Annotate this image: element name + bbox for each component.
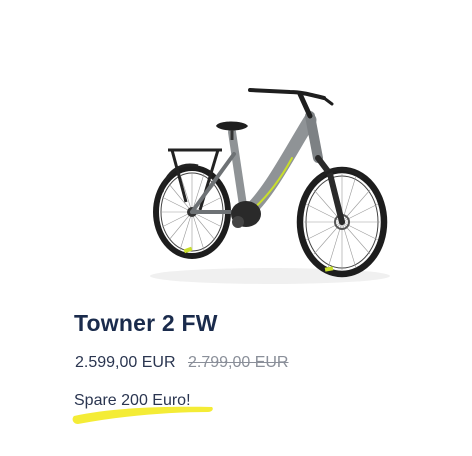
motor [231,201,261,228]
handlebar [248,88,334,119]
e-bike-image[interactable] [140,62,400,292]
savings-text: Spare 200 Euro! [74,392,191,409]
current-price: 2.599,00 EUR [75,354,176,371]
bike-frame [190,111,323,219]
saddle [216,121,248,140]
original-price: 2.799,00 EUR [187,354,289,371]
product-card[interactable]: Towner 2 FW 2.599,00 EUR 2.799,00 EUR Sp… [0,0,472,456]
price-row: 2.599,00 EUR 2.799,00 EUR [75,354,288,372]
product-title[interactable]: Towner 2 FW [74,310,218,337]
savings-badge: Spare 200 Euro! [72,392,224,426]
